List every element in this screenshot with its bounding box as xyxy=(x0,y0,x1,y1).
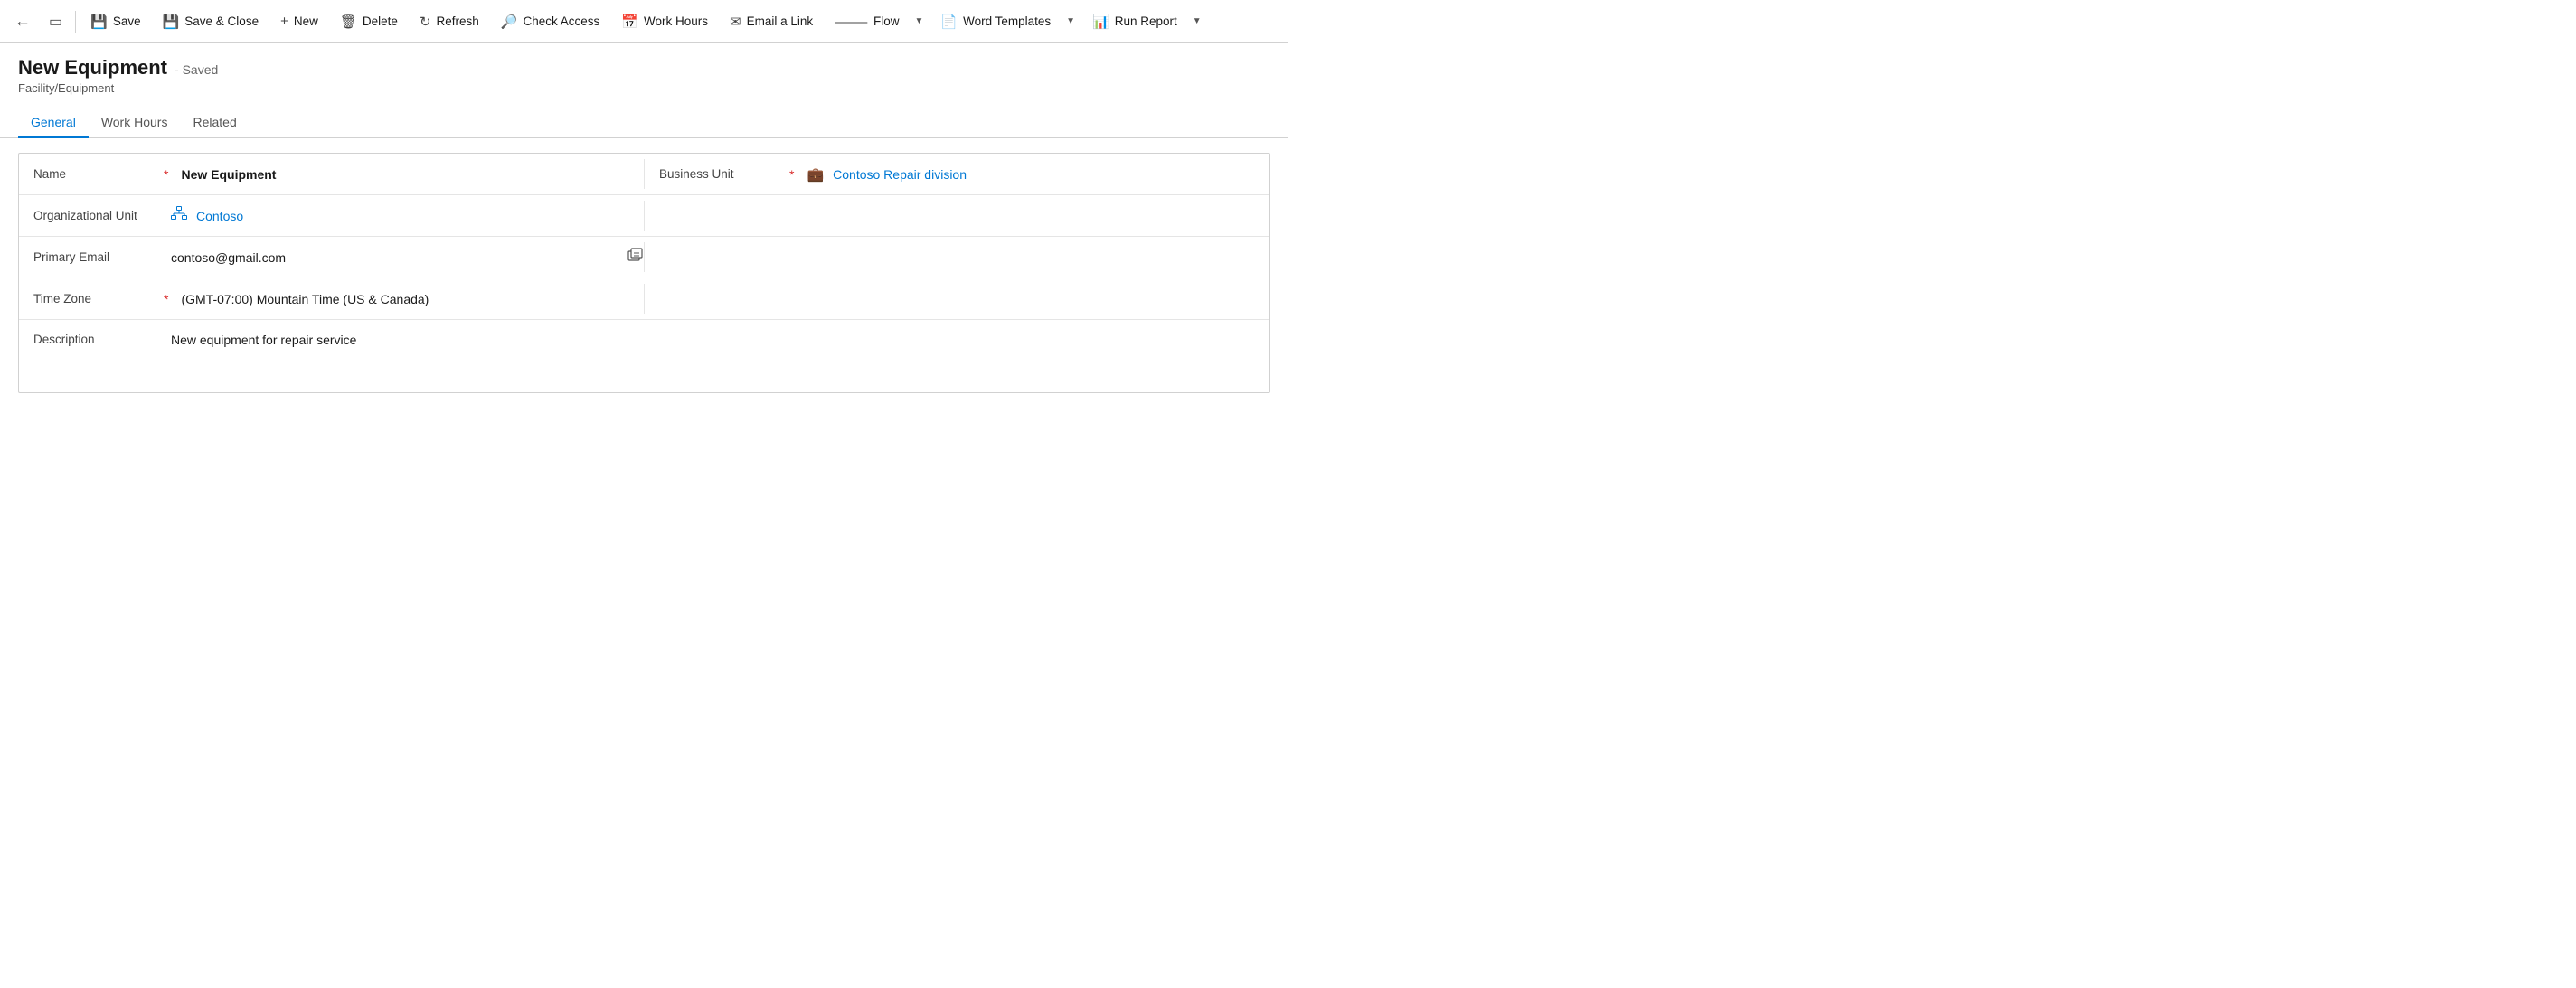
run-report-chevron-down-icon: ▼ xyxy=(1193,16,1202,26)
form-col-org-unit-side xyxy=(645,195,1269,236)
delete-icon: 🗑 xyxy=(340,14,357,30)
save-button[interactable]: 💾 Save xyxy=(81,8,149,35)
toolbar: ← ▭ 💾 Save 💾 Save & Close + New 🗑 Delete… xyxy=(0,0,1288,43)
form-row-primary-email: Primary Email contoso@gmail.com xyxy=(19,237,1269,278)
form-row-name: Name * New Equipment Business Unit * 💼 C… xyxy=(19,154,1269,195)
primary-email-value[interactable]: contoso@gmail.com xyxy=(164,241,620,274)
email-link-icon: ✉ xyxy=(730,14,741,30)
run-report-button[interactable]: 📊 Run Report xyxy=(1083,8,1186,35)
delete-button[interactable]: 🗑 Delete xyxy=(331,8,407,35)
work-hours-button[interactable]: 📅 Work Hours xyxy=(612,8,717,35)
form-row-time-zone: Time Zone * (GMT-07:00) Mountain Time (U… xyxy=(19,278,1269,320)
word-templates-dropdown-group: 📄 Word Templates ▼ xyxy=(931,8,1080,35)
description-value[interactable]: New equipment for repair service xyxy=(164,320,644,356)
form-col-time-zone: Time Zone * (GMT-07:00) Mountain Time (U… xyxy=(19,278,644,319)
name-value[interactable]: New Equipment xyxy=(174,158,644,191)
word-templates-dropdown-button[interactable]: ▼ xyxy=(1060,11,1080,32)
toolbar-divider-1 xyxy=(75,11,76,33)
name-required-indicator: * xyxy=(164,167,168,182)
word-templates-chevron-down-icon: ▼ xyxy=(1066,16,1075,26)
primary-email-label: Primary Email xyxy=(19,241,164,273)
tab-related[interactable]: Related xyxy=(180,108,249,138)
form-col-time-zone-side xyxy=(645,278,1269,319)
form-col-description: Description New equipment for repair ser… xyxy=(19,320,644,356)
time-zone-label: Time Zone xyxy=(19,283,164,315)
page-subtitle: Facility/Equipment xyxy=(18,81,1270,95)
tab-general[interactable]: General xyxy=(18,108,89,138)
new-icon: + xyxy=(280,14,288,29)
form-row-description: Description New equipment for repair ser… xyxy=(19,320,1269,392)
refresh-button[interactable]: ↻ Refresh xyxy=(410,8,488,35)
time-zone-required-indicator: * xyxy=(164,292,168,306)
time-zone-value[interactable]: (GMT-07:00) Mountain Time (US & Canada) xyxy=(174,283,644,315)
name-label: Name xyxy=(19,158,164,190)
form-col-email-side xyxy=(645,237,1269,278)
flow-icon: ⸻ xyxy=(835,12,868,31)
org-unit-value[interactable]: Contoso xyxy=(164,197,644,234)
tab-work-hours[interactable]: Work Hours xyxy=(89,108,181,138)
tabs: General Work Hours Related xyxy=(0,99,1288,138)
check-access-button[interactable]: 🔎 Check Access xyxy=(492,8,609,35)
page-title: New Equipment xyxy=(18,56,167,80)
page-header: New Equipment - Saved Facility/Equipment xyxy=(0,43,1288,95)
form-col-business-unit: Business Unit * 💼 Contoso Repair divisio… xyxy=(645,154,1269,194)
save-close-icon: 💾 xyxy=(163,14,180,30)
email-link-button[interactable]: ✉ Email a Link xyxy=(721,8,822,35)
form-container: Name * New Equipment Business Unit * 💼 C… xyxy=(18,153,1270,393)
business-unit-label: Business Unit xyxy=(645,158,789,190)
business-unit-required-indicator: * xyxy=(789,167,794,182)
business-unit-value[interactable]: 💼 Contoso Repair division xyxy=(799,157,1269,192)
run-report-dropdown-button[interactable]: ▼ xyxy=(1186,11,1206,32)
refresh-icon: ↻ xyxy=(420,14,431,30)
new-button[interactable]: + New xyxy=(271,8,327,34)
save-icon: 💾 xyxy=(90,14,108,30)
description-label: Description xyxy=(19,320,164,355)
word-templates-icon: 📄 xyxy=(940,14,958,30)
flow-dropdown-group: ⸻ Flow ▼ xyxy=(826,6,928,36)
check-access-icon: 🔎 xyxy=(501,14,518,30)
org-unit-icon xyxy=(171,206,187,225)
org-unit-label: Organizational Unit xyxy=(19,200,164,231)
run-report-dropdown-group: 📊 Run Report ▼ xyxy=(1083,8,1206,35)
business-unit-icon: 💼 xyxy=(807,166,824,183)
window-icon-button[interactable]: ▭ xyxy=(42,7,70,36)
flow-dropdown-button[interactable]: ▼ xyxy=(909,11,929,32)
work-hours-icon: 📅 xyxy=(621,14,638,30)
word-templates-button[interactable]: 📄 Word Templates xyxy=(931,8,1060,35)
flow-button[interactable]: ⸻ Flow xyxy=(826,6,908,36)
email-copy-icon[interactable] xyxy=(627,248,644,267)
page-saved-status: - Saved xyxy=(175,62,218,77)
form-col-primary-email: Primary Email contoso@gmail.com xyxy=(19,237,644,278)
form-col-org-unit: Organizational Unit Contoso xyxy=(19,195,644,236)
back-button[interactable]: ← xyxy=(7,6,38,36)
run-report-icon: 📊 xyxy=(1092,14,1109,30)
save-close-button[interactable]: 💾 Save & Close xyxy=(154,8,268,35)
form-col-name: Name * New Equipment xyxy=(19,154,644,194)
form-row-org-unit: Organizational Unit Contoso xyxy=(19,195,1269,237)
flow-chevron-down-icon: ▼ xyxy=(915,16,924,26)
